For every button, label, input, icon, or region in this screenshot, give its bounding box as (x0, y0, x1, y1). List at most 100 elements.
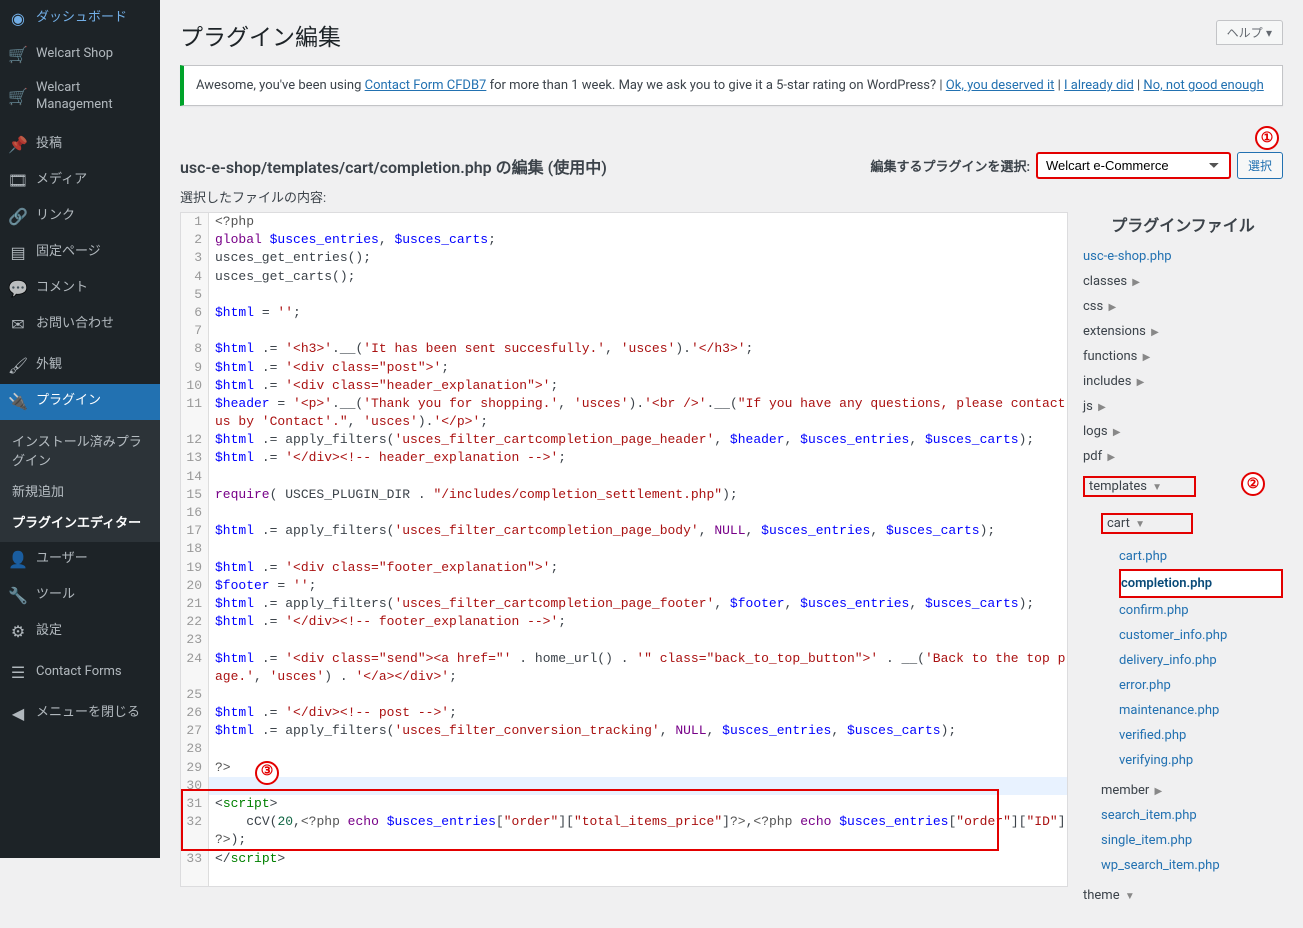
files-heading: プラグインファイル (1083, 212, 1283, 236)
menu-contact[interactable]: ✉ お問い合わせ (0, 307, 160, 343)
folder-css[interactable]: css ▶ (1083, 294, 1283, 319)
file-link[interactable]: confirm.php (1119, 603, 1189, 618)
main-content: プラグイン編集 ヘルプ ▾ Awesome, you've been using… (160, 0, 1303, 928)
folder-js[interactable]: js ▶ (1083, 394, 1283, 419)
collapse-icon: ◀ (8, 704, 28, 724)
menu-dashboard[interactable]: ◉ ダッシュボード (0, 0, 160, 36)
folder-classes[interactable]: classes ▶ (1083, 269, 1283, 294)
highlight-box-3 (181, 789, 999, 851)
plug-icon: 🔌 (8, 392, 28, 412)
folder-functions[interactable]: functions ▶ (1083, 344, 1283, 369)
file-link[interactable]: wp_search_item.php (1101, 858, 1220, 873)
menu-links[interactable]: 🔗 リンク (0, 199, 160, 235)
media-icon: 🎞 (8, 171, 28, 191)
folder-member[interactable]: member ▶ (1101, 778, 1283, 803)
menu-label: 外観 (36, 357, 62, 374)
menu-comments[interactable]: 💬コメント (0, 271, 160, 307)
chevron-down-icon: ▼ (1125, 891, 1135, 902)
page-icon: ▤ (8, 243, 28, 263)
callout-1-icon: ① (1255, 126, 1279, 150)
folder-logs[interactable]: logs ▶ (1083, 419, 1283, 444)
file-link[interactable]: cart.php (1119, 549, 1167, 564)
menu-label: リンク (36, 208, 75, 225)
select-button[interactable]: 選択 (1237, 152, 1283, 179)
form-icon: ☰ (8, 663, 28, 683)
menu-media[interactable]: 🎞 メディア (0, 163, 160, 199)
plugin-select-label: 編集するプラグインを選択: (870, 156, 1030, 175)
notice-text: for more than 1 week. May we ask you to … (486, 78, 945, 93)
menu-appearance[interactable]: 🖌 外観 (0, 348, 160, 384)
file-link[interactable]: verifying.php (1119, 753, 1193, 768)
folder-templates[interactable]: templates ▼ (1083, 476, 1196, 497)
link-icon: 🔗 (8, 207, 28, 227)
chevron-right-icon: ▶ (1108, 302, 1116, 313)
notice-link-cfdb7[interactable]: Contact Form CFDB7 (365, 78, 487, 93)
dashboard-icon: ◉ (8, 8, 28, 28)
folder-cart[interactable]: cart ▼ (1101, 513, 1193, 534)
file-link[interactable]: verified.php (1119, 728, 1186, 743)
file-link[interactable]: usc-e-shop.php (1083, 249, 1172, 264)
menu-welcart-mgmt[interactable]: 🛒Welcart Management (0, 72, 160, 122)
brush-icon: 🖌 (8, 356, 28, 376)
plugin-select[interactable]: Welcart e-Commerce (1036, 152, 1231, 179)
folder-theme[interactable]: theme ▼ (1083, 883, 1283, 908)
menu-settings[interactable]: ⚙︎設定 (0, 614, 160, 650)
callout-row-1: ① (180, 126, 1283, 150)
file-link[interactable]: customer_info.php (1119, 628, 1227, 643)
file-link[interactable]: error.php (1119, 678, 1171, 693)
file-current[interactable]: completion.php (1119, 569, 1283, 598)
menu-collapse[interactable]: ◀メニューを閉じる (0, 696, 160, 732)
plugins-submenu: インストール済みプラグイン 新規追加 プラグインエディター (0, 420, 160, 542)
code-editor[interactable]: 1<?php 2global $usces_entries, $usces_ca… (180, 212, 1068, 887)
mail-icon: ✉ (8, 315, 28, 335)
chevron-down-icon: ▼ (1152, 482, 1162, 493)
folder-pdf[interactable]: pdf ▶ (1083, 444, 1283, 469)
menu-welcart-shop[interactable]: 🛒Welcart Shop (0, 36, 160, 72)
menu-posts[interactable]: 📌投稿 (0, 127, 160, 163)
settings-icon: ⚙︎ (8, 622, 28, 642)
menu-tools[interactable]: 🔧 ツール (0, 578, 160, 614)
menu-users[interactable]: 👤ユーザー (0, 542, 160, 578)
tool-icon: 🔧 (8, 586, 28, 606)
chevron-down-icon: ▼ (1135, 519, 1145, 530)
callout-2-icon: ② (1241, 472, 1265, 496)
menu-label: お問い合わせ (36, 316, 114, 333)
notice-link-ok[interactable]: Ok, you deserved it (946, 78, 1055, 93)
comment-icon: 💬 (8, 279, 28, 299)
notice-text: Awesome, you've been using (196, 78, 365, 93)
folder-includes[interactable]: includes ▶ (1083, 369, 1283, 394)
chevron-right-icon: ▶ (1151, 327, 1159, 338)
file-link[interactable]: delivery_info.php (1119, 653, 1217, 668)
content-label: 選択したファイルの内容: (180, 187, 1283, 206)
chevron-right-icon: ▶ (1143, 352, 1151, 363)
user-icon: 👤 (8, 550, 28, 570)
file-link[interactable]: maintenance.php (1119, 703, 1219, 718)
folder-extensions[interactable]: extensions ▶ (1083, 319, 1283, 344)
menu-pages[interactable]: ▤ 固定ページ (0, 235, 160, 271)
submenu-editor[interactable]: プラグインエディター (0, 506, 160, 537)
menu-plugins[interactable]: 🔌プラグイン (0, 384, 160, 420)
callout-3-icon: ③ (255, 761, 279, 785)
plugin-selector: 編集するプラグインを選択: Welcart e-Commerce 選択 (870, 152, 1283, 179)
menu-contact-forms[interactable]: ☰ Contact Forms (0, 655, 160, 691)
chevron-right-icon: ▶ (1107, 452, 1115, 463)
help-button[interactable]: ヘルプ ▾ (1216, 20, 1283, 45)
submenu-add-new[interactable]: 新規追加 (0, 475, 160, 506)
menu-label: ツール (36, 587, 75, 604)
submenu-installed[interactable]: インストール済みプラグイン (0, 425, 160, 475)
notice-link-already[interactable]: I already did (1064, 78, 1134, 93)
cart-icon: 🛒 (8, 44, 28, 64)
chevron-right-icon: ▶ (1132, 277, 1140, 288)
menu-label: Contact Forms (36, 664, 122, 681)
admin-sidebar: ◉ ダッシュボード 🛒Welcart Shop 🛒Welcart Manageme… (0, 0, 160, 858)
menu-label: 固定ページ (36, 244, 101, 261)
menu-label: ダッシュボード (36, 10, 127, 27)
notice-link-no[interactable]: No, not good enough (1143, 78, 1263, 93)
file-link[interactable]: search_item.php (1101, 808, 1197, 823)
chevron-right-icon: ▶ (1113, 427, 1121, 438)
menu-label: メディア (36, 172, 87, 189)
chevron-right-icon: ▶ (1098, 402, 1106, 413)
file-link[interactable]: single_item.php (1101, 833, 1192, 848)
cart-icon: 🛒 (8, 87, 28, 107)
file-edit-subheader: usc-e-shop/templates/cart/completion.php… (180, 152, 1283, 179)
